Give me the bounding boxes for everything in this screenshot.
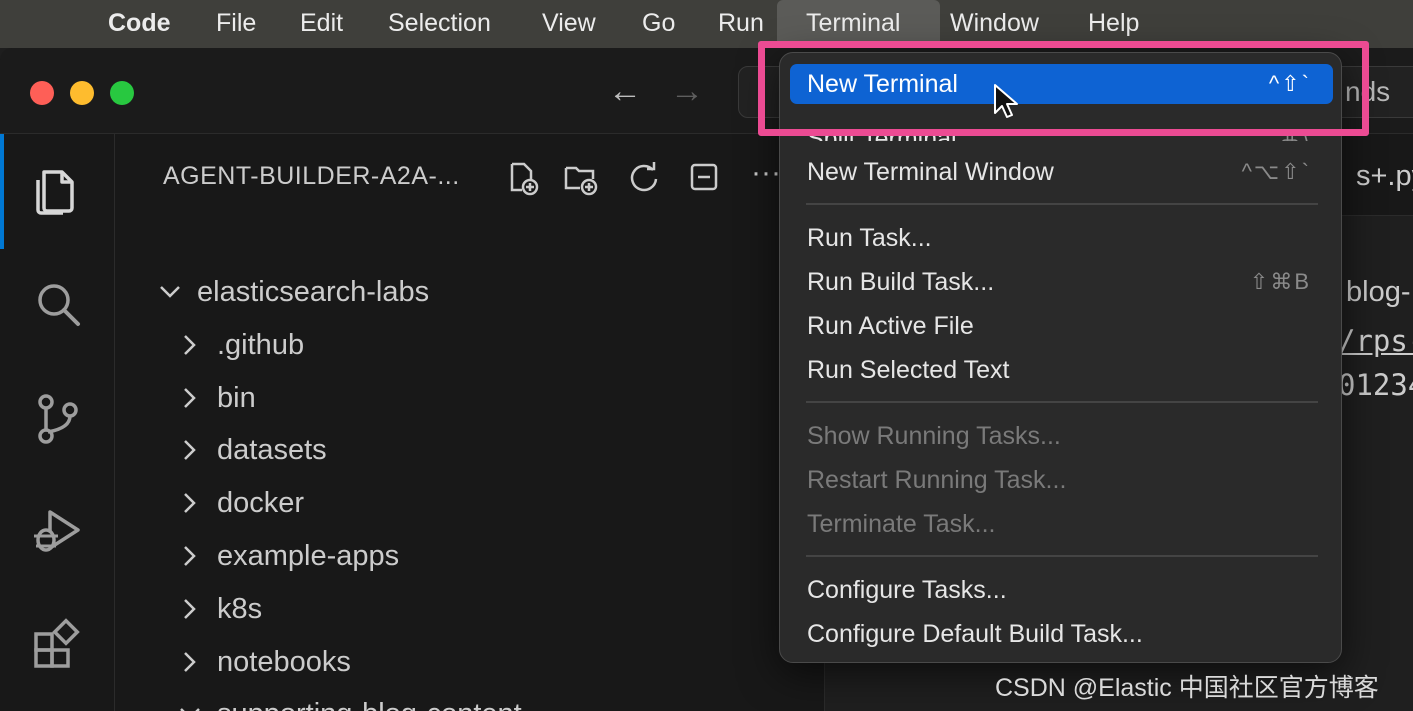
editor-line: 01234 [1338, 368, 1413, 402]
menu-item-run-build-task[interactable]: Run Build Task... ⇧⌘B [790, 262, 1333, 302]
chevron-right-icon[interactable] [177, 543, 203, 569]
tree-item[interactable]: docker [177, 477, 795, 529]
menu-go[interactable]: Go [642, 0, 675, 46]
tree-item-label: example-apps [217, 540, 400, 572]
menu-run[interactable]: Run [718, 0, 764, 46]
new-folder-icon[interactable] [563, 160, 599, 196]
menu-item-run-active-file[interactable]: Run Active File [790, 306, 1333, 346]
chevron-right-icon[interactable] [177, 596, 203, 622]
menu-item-run-selected-text[interactable]: Run Selected Text [790, 350, 1333, 390]
menu-terminal[interactable]: Terminal [806, 0, 900, 46]
refresh-icon[interactable] [625, 160, 661, 196]
minimize-window-button[interactable] [70, 81, 94, 105]
back-arrow-icon[interactable]: ← [608, 74, 642, 108]
tree-item-label: .github [217, 329, 305, 361]
zoom-window-button[interactable] [110, 81, 134, 105]
tree-item[interactable]: datasets [177, 424, 795, 476]
menu-window[interactable]: Window [950, 0, 1039, 46]
menu-item-configure-tasks[interactable]: Configure Tasks... [790, 570, 1333, 610]
chevron-right-icon[interactable] [177, 649, 203, 675]
menu-item-shortcut: ^⌥⇧` [1241, 159, 1311, 184]
editor-line: /rps- [1338, 324, 1413, 358]
menu-item-new-terminal-window[interactable]: New Terminal Window ^⌥⇧` [790, 152, 1333, 192]
tree-item[interactable]: supporting-blog-content [177, 688, 795, 711]
menu-item-label: Show Running Tasks... [807, 422, 1061, 450]
explorer-sidebar: AGENT-BUILDER-A2A-... ··· elasticsearch-… [115, 134, 825, 711]
tree-item[interactable]: bin [177, 372, 795, 424]
tree-item[interactable]: k8s [177, 583, 795, 635]
watermark-text: CSDN @Elastic 中国社区官方博客 [995, 674, 1379, 702]
run-debug-icon[interactable] [30, 502, 86, 558]
active-view-indicator [0, 134, 4, 249]
tree-item[interactable]: elasticsearch-labs [157, 266, 795, 318]
source-control-icon[interactable] [30, 390, 86, 446]
menu-item-label: Run Active File [807, 312, 974, 340]
menu-item-terminate-task: Terminate Task... [790, 504, 1333, 544]
activity-bar [0, 134, 115, 711]
menu-item-label: Run Build Task... [807, 268, 995, 296]
menu-item-label: Restart Running Task... [807, 466, 1067, 494]
menu-help[interactable]: Help [1088, 0, 1139, 46]
editor-line: blog- [1346, 276, 1411, 308]
menu-item-show-running-tasks: Show Running Tasks... [790, 416, 1333, 456]
menu-item-configure-default-build-task[interactable]: Configure Default Build Task... [790, 614, 1333, 654]
tree-item-label: docker [217, 487, 305, 519]
menu-item-label: Configure Tasks... [807, 576, 1007, 604]
menu-item-label: Configure Default Build Task... [807, 620, 1143, 648]
chevron-right-icon[interactable] [177, 490, 203, 516]
tree-item-label: k8s [217, 593, 263, 625]
menu-app-code[interactable]: Code [108, 0, 171, 46]
menu-separator [806, 203, 1318, 205]
menu-separator [806, 401, 1318, 403]
extensions-icon[interactable] [30, 616, 86, 672]
explorer-icon[interactable] [30, 162, 86, 218]
menu-file[interactable]: File [216, 0, 256, 46]
mouse-cursor-icon [994, 84, 1018, 118]
new-file-icon[interactable] [505, 160, 541, 196]
menu-item-label: New Terminal Window [807, 158, 1054, 186]
menu-item-run-task[interactable]: Run Task... [790, 218, 1333, 258]
terminal-menu-dropdown: New Terminal ^⇧` Split Terminal ⌘\ New Termi… [779, 52, 1342, 663]
more-actions-icon[interactable]: ··· [751, 156, 781, 190]
menu-separator [806, 555, 1318, 557]
tree-item[interactable]: notebooks [177, 636, 795, 688]
tree-item-label: supporting-blog-content [217, 688, 522, 711]
menu-view[interactable]: View [542, 0, 596, 46]
chevron-down-icon[interactable] [157, 279, 183, 305]
menu-item-label: Run Selected Text [807, 356, 1010, 384]
menu-item-shortcut: ⇧⌘B [1249, 269, 1311, 294]
explorer-title: AGENT-BUILDER-A2A-... [163, 162, 460, 190]
forward-arrow-icon[interactable]: → [670, 74, 704, 108]
close-window-button[interactable] [30, 81, 54, 105]
chevron-right-icon[interactable] [177, 332, 203, 358]
menu-item-label: Run Task... [807, 224, 932, 252]
tree-item[interactable]: .github [177, 319, 795, 371]
tree-item-label: datasets [217, 434, 327, 466]
tree-item-label: elasticsearch-labs [197, 276, 430, 308]
chevron-down-icon[interactable] [177, 701, 203, 711]
menu-selection[interactable]: Selection [388, 0, 491, 46]
chevron-right-icon[interactable] [177, 437, 203, 463]
menu-item-restart-running-task: Restart Running Task... [790, 460, 1333, 500]
menu-item-label: Terminate Task... [807, 510, 996, 538]
tree-item[interactable]: example-apps [177, 530, 795, 582]
search-icon[interactable] [30, 276, 86, 332]
tree-item-label: bin [217, 382, 256, 414]
chevron-right-icon[interactable] [177, 385, 203, 411]
highlight-annotation-box [758, 41, 1369, 136]
tree-item-label: notebooks [217, 646, 351, 678]
collapse-all-icon[interactable] [687, 160, 723, 196]
menu-edit[interactable]: Edit [300, 0, 343, 46]
editor-tab-label[interactable]: s+.py [1356, 160, 1413, 193]
